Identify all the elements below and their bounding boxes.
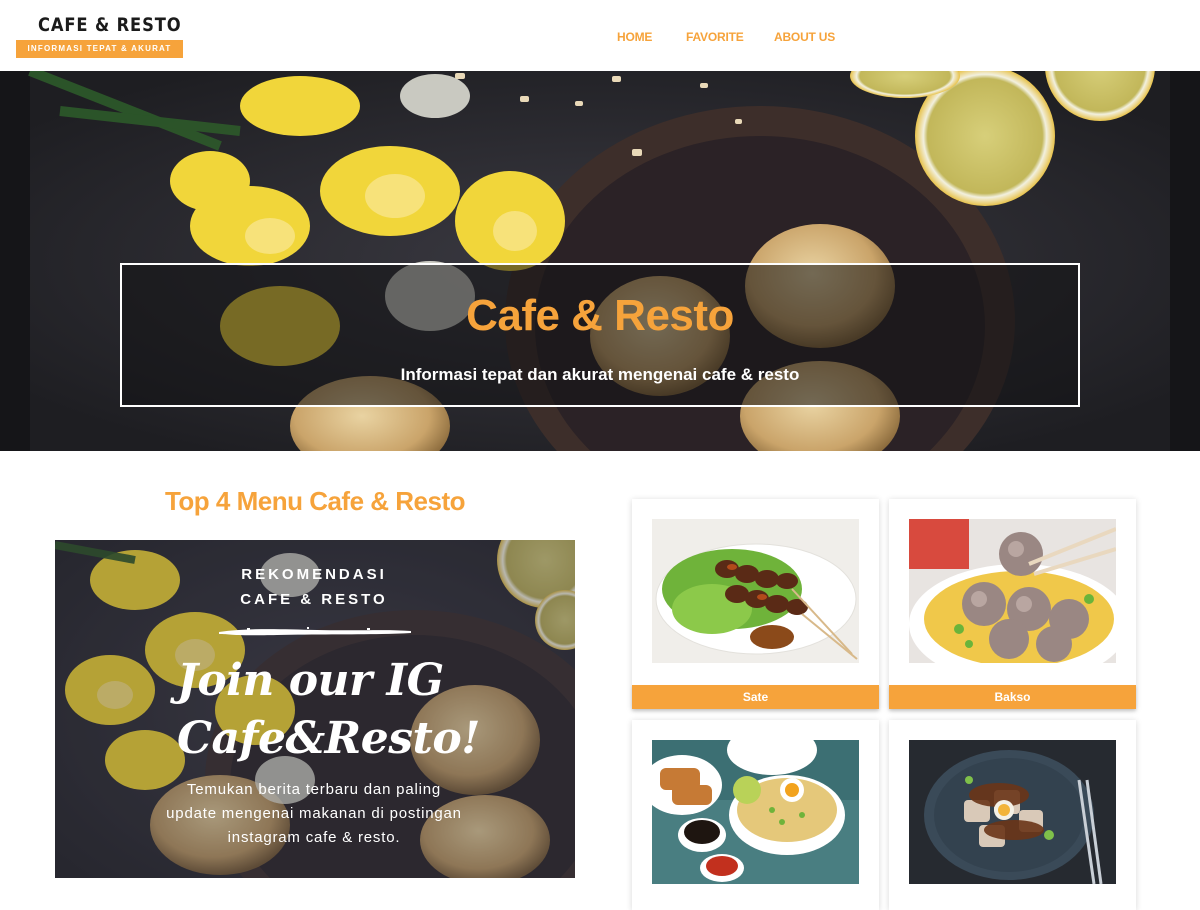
menu-card-bakso[interactable]: Bakso [889, 499, 1136, 709]
menu-card-sate-label: Sate [632, 685, 879, 709]
nav-favorite[interactable]: FAVORITE [686, 30, 744, 44]
section-title: Top 4 Menu Cafe & Resto [164, 486, 466, 516]
promo-headline: Join our IG Cafe&Resto! [177, 652, 537, 768]
soto-photo [652, 740, 859, 884]
hero-title-box: Cafe & Resto Informasi tepat dan akurat … [120, 263, 1080, 407]
site-header: CAFE & RESTO INFORMASI TEPAT & AKURAT HO… [0, 0, 1200, 71]
logo-tagline: INFORMASI TEPAT & AKURAT [27, 44, 172, 53]
logo-title: CAFE & RESTO [38, 14, 182, 36]
menu-card-bakso-label: Bakso [889, 685, 1136, 709]
menu-card-siomay[interactable] [889, 720, 1136, 910]
promo-eyebrow-line1: REKOMENDASI [241, 566, 387, 583]
site-logo[interactable]: CAFE & RESTO INFORMASI TEPAT & AKURAT [16, 14, 183, 58]
promo-description: Temukan berita terbaru dan paling update… [166, 781, 462, 846]
nav-about-us[interactable]: ABOUT US [774, 30, 835, 44]
brush-stroke-divider [219, 627, 411, 636]
menu-card-sate[interactable]: Sate [632, 499, 879, 709]
hero-subtitle: Informasi tepat dan akurat mengenai cafe… [400, 365, 800, 384]
nav-home[interactable]: HOME [617, 30, 652, 44]
promo-headline-line1: Join our IG [177, 655, 444, 706]
promo-headline-line2: Cafe&Resto! [177, 713, 481, 764]
instagram-promo-banner[interactable]: REKOMENDASI CAFE & RESTO Join our IG Caf… [55, 540, 575, 878]
promo-eyebrow-line2: CAFE & RESTO [240, 591, 388, 608]
hero-banner: Cafe & Resto Informasi tepat dan akurat … [0, 71, 1200, 451]
promo-eyebrow: REKOMENDASI CAFE & RESTO [205, 562, 423, 612]
menu-card-soto[interactable] [632, 720, 879, 910]
siomay-photo [909, 740, 1116, 884]
hero-title: Cafe & Resto [466, 291, 734, 340]
bakso-photo [909, 519, 1116, 663]
sate-photo [652, 519, 859, 663]
